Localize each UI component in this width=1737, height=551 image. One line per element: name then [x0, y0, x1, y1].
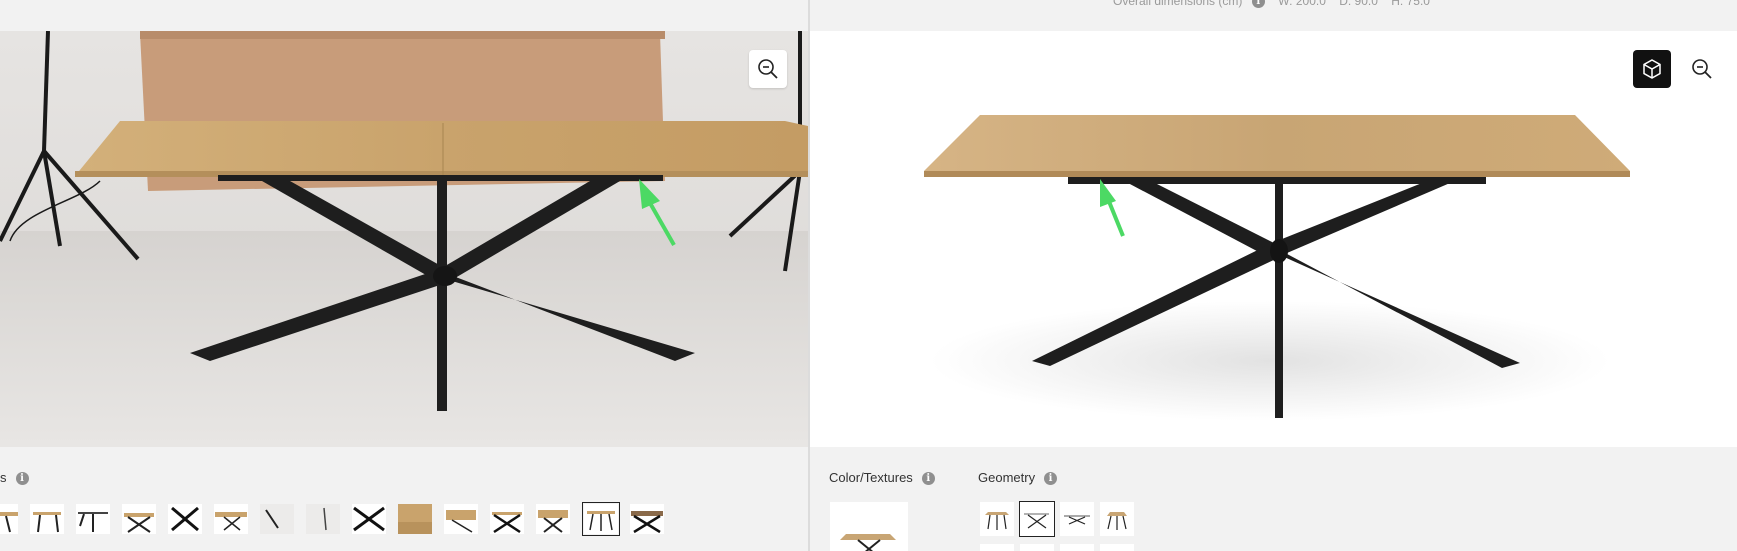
thumbnail[interactable] [306, 504, 340, 534]
thumbnail[interactable] [122, 504, 156, 534]
thumbnail[interactable] [214, 504, 248, 534]
table-top [924, 115, 1630, 171]
geometry-option[interactable] [1100, 502, 1134, 536]
thumbnail[interactable] [76, 504, 110, 534]
thumbnail[interactable] [168, 504, 202, 534]
color-textures-label: Color/Textures i [829, 470, 935, 486]
thumbnail[interactable] [0, 504, 18, 534]
geometry-option[interactable] [980, 502, 1014, 536]
geometry-option[interactable] [1100, 544, 1134, 551]
geometry-option[interactable] [1060, 544, 1094, 551]
info-icon[interactable]: i [1251, 0, 1265, 9]
zoom-out-button[interactable] [749, 50, 787, 88]
thumbnail[interactable] [30, 504, 64, 534]
configurator-pane: Overall dimensions (cm) i W: 200.0 D: 90… [810, 0, 1737, 551]
zoom-out-button[interactable] [1683, 50, 1721, 88]
cube-icon [1643, 59, 1661, 79]
geometry-option[interactable] [980, 544, 1014, 551]
table-top [75, 121, 808, 176]
thumbnail-selected[interactable] [582, 502, 620, 536]
thumbnail[interactable] [398, 504, 432, 534]
info-icon[interactable]: i [15, 472, 29, 486]
thumbnail[interactable] [444, 504, 478, 534]
thumbnail[interactable] [352, 504, 386, 534]
geometry-label: Geometry i [978, 470, 1058, 486]
view-3d-button[interactable] [1633, 50, 1671, 88]
dimensions-label: Overall dimensions (cm) [1113, 0, 1243, 8]
geometry-option[interactable] [1020, 544, 1054, 551]
info-icon[interactable]: i [921, 472, 935, 486]
thumbnail[interactable] [536, 504, 570, 534]
right-top-bar: Overall dimensions (cm) i W: 200.0 D: 90… [810, 0, 1737, 31]
dimension-height: H: 75.0 [1391, 0, 1430, 8]
zoom-out-icon [1692, 59, 1712, 79]
texture-preview [840, 534, 896, 551]
product-render [810, 31, 1737, 447]
photo-gallery-pane: si [0, 0, 808, 551]
info-icon[interactable]: i [1044, 472, 1058, 486]
overall-dimensions: Overall dimensions (cm) i W: 200.0 D: 90… [1113, 0, 1430, 9]
geometry-option[interactable] [1060, 502, 1094, 536]
thumbnail[interactable] [630, 504, 664, 534]
render-viewer[interactable] [810, 31, 1737, 447]
dimension-depth: D: 90.0 [1339, 0, 1378, 8]
texture-swatch[interactable] [830, 502, 908, 551]
gallery-section-label: si [0, 470, 29, 486]
zoom-out-icon [758, 59, 778, 79]
geometry-option-selected[interactable] [1019, 501, 1055, 537]
thumbnail[interactable] [260, 504, 294, 534]
photo-viewer[interactable] [0, 31, 808, 447]
dimension-width: W: 200.0 [1278, 0, 1326, 8]
left-top-bar [0, 0, 808, 31]
thumbnail[interactable] [490, 504, 524, 534]
product-photo [0, 31, 808, 447]
